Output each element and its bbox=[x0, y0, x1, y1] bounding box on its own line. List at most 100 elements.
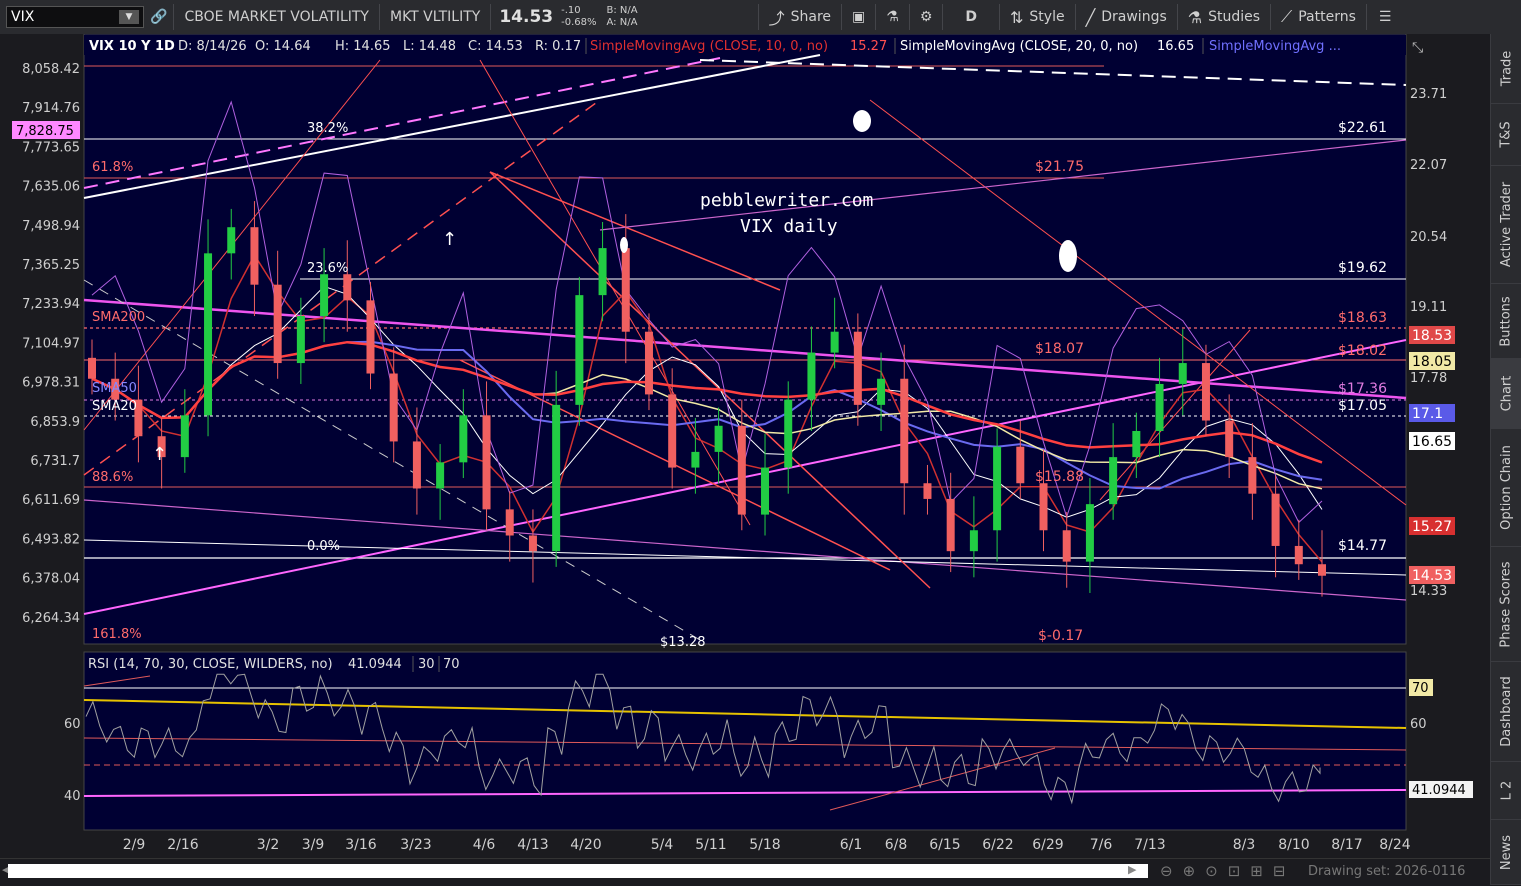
candle-body bbox=[528, 535, 537, 552]
candle-body bbox=[1225, 420, 1234, 458]
camera-icon: ▣ bbox=[852, 9, 866, 25]
link-icon[interactable]: 🔗 bbox=[144, 0, 173, 34]
gear-icon: ⚙ bbox=[919, 9, 933, 25]
candle-body bbox=[250, 227, 259, 285]
level-label: $18.63 bbox=[1338, 310, 1387, 326]
drawings-label: Drawings bbox=[1101, 9, 1167, 25]
legend-date: D: 8/14/26 bbox=[178, 39, 247, 54]
price-panel[interactable] bbox=[84, 34, 1406, 644]
studies-label: Studies bbox=[1208, 9, 1261, 25]
level-label: $21.75 bbox=[1035, 159, 1084, 175]
candle-body bbox=[296, 316, 305, 364]
rsi-label[interactable]: RSI (14, 70, 30, CLOSE, WILDERS, no) bbox=[88, 657, 333, 672]
studies-button[interactable]: ⚗ Studies bbox=[1178, 0, 1270, 34]
tab-active-trader[interactable]: Active Trader bbox=[1491, 166, 1521, 284]
x-axis-label: 6/22 bbox=[982, 837, 1013, 853]
share-button[interactable]: ⤴ Share bbox=[759, 0, 841, 34]
tab-level2[interactable]: L 2 bbox=[1491, 762, 1521, 820]
candle-body bbox=[575, 295, 584, 405]
x-axis-label: 3/23 bbox=[400, 837, 431, 853]
zoom-tools[interactable]: ⊖⊕⊙⊡⊞⊟ bbox=[1160, 862, 1295, 880]
level-label: $-0.17 bbox=[1038, 628, 1083, 644]
tab-chart[interactable]: Chart bbox=[1491, 359, 1521, 429]
left-axis-tick: 6,731.7 bbox=[30, 454, 80, 469]
candle-body bbox=[1016, 446, 1025, 484]
legend-sma20[interactable]: SimpleMovingAvg (CLOSE, 20, 0, no) bbox=[900, 39, 1138, 54]
tab-buttons[interactable]: Buttons bbox=[1491, 284, 1521, 359]
symbol-input[interactable]: VIX ▼ bbox=[6, 6, 144, 28]
x-axis-label: 3/9 bbox=[302, 837, 325, 853]
marker-ellipse bbox=[620, 237, 628, 253]
candle-body bbox=[482, 415, 491, 510]
style-button[interactable]: ⇅ Style bbox=[1000, 0, 1075, 34]
price-change: -.10 -0.68% bbox=[561, 5, 606, 29]
candle-body bbox=[343, 274, 352, 301]
candle-body bbox=[714, 425, 723, 452]
legend-sma-more[interactable]: SimpleMovingAvg ... bbox=[1209, 39, 1341, 54]
left-axis-tick: 7,773.65 bbox=[22, 140, 80, 155]
x-axis-label: 6/15 bbox=[929, 837, 960, 853]
candle-body bbox=[644, 331, 653, 395]
tab-news[interactable]: News bbox=[1491, 820, 1521, 885]
rsi-axis-tick: 60 bbox=[64, 717, 81, 732]
sma-tag: SMA200 bbox=[92, 310, 145, 325]
scroll-right-icon[interactable]: ▶ bbox=[1128, 863, 1136, 876]
candle-body bbox=[88, 357, 96, 379]
level-label: $17.05 bbox=[1338, 398, 1387, 414]
left-axis-tick: 7,635.06 bbox=[22, 180, 80, 195]
symbol-text: VIX bbox=[11, 9, 35, 25]
candle-body bbox=[459, 415, 468, 463]
rsi-ob: 30 bbox=[418, 657, 435, 672]
price-tag-text: 16.65 bbox=[1412, 434, 1452, 450]
rsi-tag-value-text: 41.0944 bbox=[1412, 783, 1466, 798]
top-toolbar: VIX ▼ 🔗 CBOE MARKET VOLATILITY MKT VLTIL… bbox=[0, 0, 1521, 35]
candle-body bbox=[412, 441, 421, 489]
legend-sma20-value: 16.65 bbox=[1157, 39, 1194, 54]
fib-label: 88.6% bbox=[92, 470, 133, 485]
left-axis-tick: 7,365.25 bbox=[22, 258, 80, 273]
candle-body bbox=[1271, 493, 1280, 546]
candle-body bbox=[691, 451, 700, 468]
drawings-button[interactable]: ╱ Drawings bbox=[1076, 0, 1177, 34]
candle-body bbox=[1132, 430, 1141, 458]
tab-trade[interactable]: Trade bbox=[1491, 34, 1521, 104]
level-label: $13.28 bbox=[660, 635, 706, 650]
right-axis-tick: 19.11 bbox=[1410, 300, 1447, 315]
share-label: Share bbox=[790, 9, 832, 25]
hamburger-icon: ☰ bbox=[1378, 9, 1392, 25]
candle-body bbox=[1039, 483, 1048, 531]
chart-area[interactable]: VIX 10 Y 1D D: 8/14/26 O: 14.64 H: 14.65… bbox=[0, 34, 1490, 858]
settings-button[interactable]: ⚙ bbox=[910, 0, 943, 34]
menu-button[interactable]: ☰ bbox=[1367, 0, 1404, 34]
tab-dashboard[interactable]: Dashboard bbox=[1491, 662, 1521, 762]
left-axis-tick: 7,104.97 bbox=[22, 336, 80, 351]
candle-body bbox=[389, 373, 398, 442]
symbol-short-name: MKT VLTILITY bbox=[389, 9, 481, 25]
collapse-icon[interactable]: ⤡ bbox=[1412, 40, 1423, 56]
change-percent: -0.68% bbox=[561, 17, 597, 28]
candle-body bbox=[946, 498, 955, 552]
candle-body bbox=[807, 352, 816, 400]
rsi-panel[interactable] bbox=[84, 652, 1406, 830]
tab-time-and-sales[interactable]: T&S bbox=[1491, 104, 1521, 166]
lab-button[interactable]: ⚗ bbox=[876, 0, 909, 34]
patterns-button[interactable]: ⟋ Patterns bbox=[1271, 0, 1366, 34]
sma-tag: SMA50 bbox=[92, 381, 137, 396]
marker-ellipse bbox=[1059, 240, 1077, 272]
x-axis-label: 2/9 bbox=[123, 837, 146, 853]
tab-label: T&S bbox=[1499, 121, 1514, 148]
left-axis-tick: 7,233.94 bbox=[22, 297, 80, 312]
bottom-bar: ◀ ▶ ⊖⊕⊙⊡⊞⊟ Drawing set: 2026-0116 bbox=[0, 858, 1490, 886]
interval-button[interactable]: D bbox=[943, 0, 999, 34]
candle-body bbox=[204, 253, 213, 416]
marker-ellipse bbox=[853, 110, 871, 132]
symbol-dropdown-icon[interactable]: ▼ bbox=[119, 10, 139, 24]
price-tag-text: 18.05 bbox=[1412, 354, 1452, 370]
horizontal-scrollbar[interactable] bbox=[8, 864, 1148, 878]
candle-body bbox=[227, 227, 236, 254]
tab-option-chain[interactable]: Option Chain bbox=[1491, 429, 1521, 547]
tab-phase-scores[interactable]: Phase Scores bbox=[1491, 547, 1521, 662]
snapshot-button[interactable]: ▣ bbox=[842, 0, 875, 34]
legend-sma10[interactable]: SimpleMovingAvg (CLOSE, 10, 0, no) bbox=[590, 39, 828, 54]
x-axis-label: 7/13 bbox=[1134, 837, 1165, 853]
